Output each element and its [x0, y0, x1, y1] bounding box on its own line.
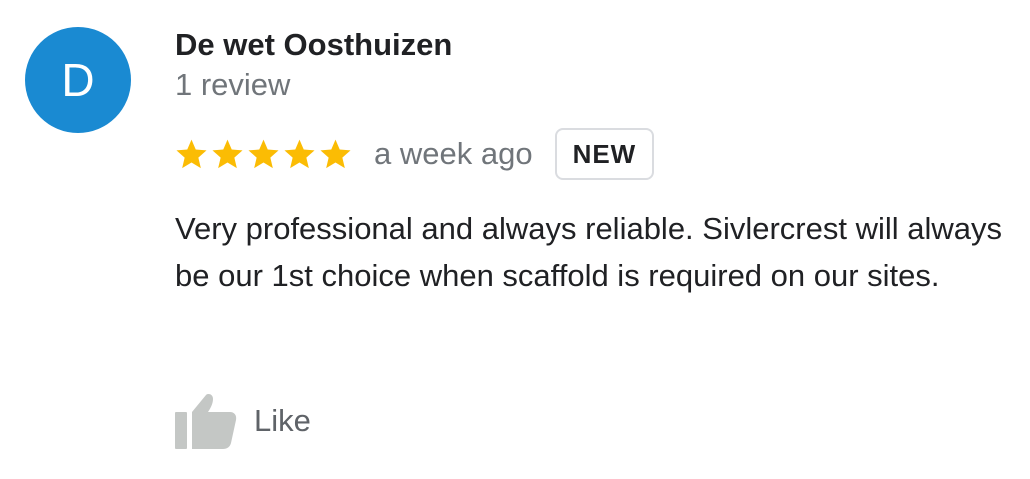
like-label: Like: [254, 403, 311, 438]
review-meta: a week ago NEW: [174, 126, 655, 182]
author-review-count: 1 review: [175, 67, 291, 102]
star-rating: [174, 137, 353, 172]
review-time: a week ago: [374, 136, 533, 171]
review-text: Very professional and always reliable. S…: [175, 211, 1003, 293]
thumbs-up-icon: [175, 394, 237, 449]
avatar-initial: D: [61, 54, 95, 106]
new-badge: NEW: [554, 128, 655, 180]
author-name[interactable]: De wet Oosthuizen: [175, 27, 452, 63]
like-button[interactable]: Like: [175, 392, 311, 450]
star-icon: [284, 139, 315, 168]
star-icon: [176, 139, 207, 168]
star-icon: [320, 139, 351, 168]
star-icon: [212, 139, 243, 168]
review-card: D De wet Oosthuizen 1 review a week ago …: [0, 0, 1030, 479]
star-icon: [248, 139, 279, 168]
avatar[interactable]: D: [25, 27, 131, 133]
